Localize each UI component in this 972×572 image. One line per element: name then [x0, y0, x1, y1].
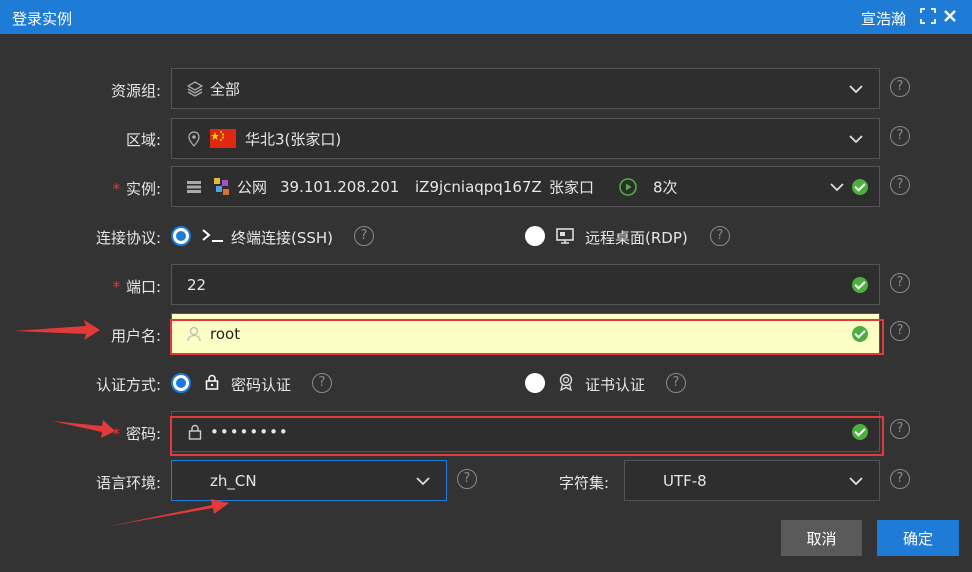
- cancel-button[interactable]: 取消: [781, 520, 862, 556]
- chevron-down-icon[interactable]: [848, 84, 864, 94]
- cert-auth-label[interactable]: 证书认证: [585, 374, 645, 395]
- maximize-icon[interactable]: [918, 6, 938, 26]
- required-mark: *: [112, 278, 120, 296]
- annotation-box-password: [170, 416, 884, 456]
- region-value: 华北3(张家口): [245, 130, 342, 148]
- location-pin-icon: [188, 131, 200, 147]
- charset-value: UTF-8: [663, 471, 707, 490]
- locale-help-icon[interactable]: ?: [457, 469, 477, 489]
- charset-label: 字符集:: [559, 474, 610, 492]
- resource-group-select[interactable]: 全部: [171, 68, 880, 109]
- certificate-icon: [557, 373, 575, 391]
- locale-label: 语言环境:: [95, 474, 161, 492]
- region-label: 区域:: [125, 131, 161, 149]
- resource-group-value: 全部: [210, 80, 241, 98]
- port-label-text: 端口:: [125, 278, 161, 296]
- chevron-down-icon[interactable]: [829, 182, 845, 192]
- resource-group-label: 资源组:: [110, 82, 161, 100]
- instance-label: * 实例:: [112, 178, 161, 199]
- lock-icon: [205, 374, 219, 390]
- radio-ssh[interactable]: [171, 226, 191, 246]
- check-circle-icon: [852, 276, 868, 293]
- resource-group-help-icon[interactable]: ?: [890, 77, 910, 97]
- port-input[interactable]: 22: [171, 264, 880, 305]
- cert-auth-help-icon[interactable]: ?: [666, 373, 686, 393]
- server-icon: [186, 180, 202, 194]
- monitor-icon: [556, 228, 574, 244]
- annotation-box-username: [170, 319, 884, 355]
- annotation-arrow-username: [14, 320, 100, 340]
- region-select[interactable]: 华北3(张家口): [171, 118, 880, 159]
- required-mark: *: [112, 180, 120, 198]
- layers-icon: [187, 81, 203, 97]
- instance-help-icon[interactable]: ?: [890, 175, 910, 195]
- chevron-down-icon[interactable]: [848, 134, 864, 144]
- instance-label-text: 实例:: [125, 180, 161, 198]
- instance-zone: 张家口: [549, 178, 595, 196]
- close-icon[interactable]: [940, 6, 960, 26]
- radio-cert-auth[interactable]: [525, 373, 545, 393]
- chevron-down-icon[interactable]: [415, 476, 431, 486]
- port-label: * 端口:: [112, 276, 161, 297]
- protocol-rdp-label[interactable]: 远程桌面(RDP): [585, 227, 688, 248]
- play-icon: [619, 178, 637, 196]
- annotation-arrow-password: [52, 420, 115, 438]
- china-flag-icon: [210, 129, 236, 148]
- protocol-ssh-label[interactable]: 终端连接(SSH): [231, 227, 333, 248]
- annotation-arrow-locale: [110, 499, 229, 526]
- charset-select[interactable]: UTF-8: [624, 460, 880, 501]
- confirm-button[interactable]: 确定: [877, 520, 959, 556]
- region-help-icon[interactable]: ?: [890, 126, 910, 146]
- rdp-help-icon[interactable]: ?: [710, 226, 730, 246]
- password-auth-label[interactable]: 密码认证: [231, 374, 291, 395]
- instance-id: iZ9jcniaqpq167Z: [415, 177, 542, 196]
- protocol-label: 连接协议:: [95, 229, 161, 247]
- port-help-icon[interactable]: ?: [890, 273, 910, 293]
- instance-ip: 39.101.208.201: [280, 177, 400, 196]
- radio-rdp[interactable]: [525, 226, 545, 246]
- chevron-down-icon[interactable]: [848, 476, 864, 486]
- os-logo-icon: [212, 176, 232, 198]
- radio-password-auth[interactable]: [171, 373, 191, 393]
- locale-value: zh_CN: [210, 471, 257, 490]
- password-label-text: 密码:: [125, 425, 161, 443]
- instance-network: 公网: [237, 178, 268, 196]
- title-bar: 登录实例 宣浩瀚: [0, 0, 972, 34]
- window-title: 登录实例: [12, 10, 73, 28]
- password-help-icon[interactable]: ?: [890, 419, 910, 439]
- password-label: * 密码:: [112, 423, 161, 444]
- charset-help-icon[interactable]: ?: [890, 469, 910, 489]
- username-label: 用户名:: [110, 327, 161, 345]
- username-help-icon[interactable]: ?: [890, 321, 910, 341]
- required-mark: *: [112, 425, 120, 443]
- ssh-help-icon[interactable]: ?: [354, 226, 374, 246]
- instance-select[interactable]: 公网 39.101.208.201 iZ9jcniaqpq167Z 张家口 8次: [171, 166, 880, 207]
- terminal-icon: [202, 229, 224, 243]
- locale-select[interactable]: zh_CN: [171, 460, 447, 501]
- password-auth-help-icon[interactable]: ?: [312, 373, 332, 393]
- instance-count: 8次: [653, 178, 678, 196]
- check-circle-icon: [852, 178, 868, 195]
- port-value[interactable]: 22: [187, 276, 206, 294]
- auth-method-label: 认证方式:: [95, 376, 161, 394]
- current-user[interactable]: 宣浩瀚: [861, 8, 906, 29]
